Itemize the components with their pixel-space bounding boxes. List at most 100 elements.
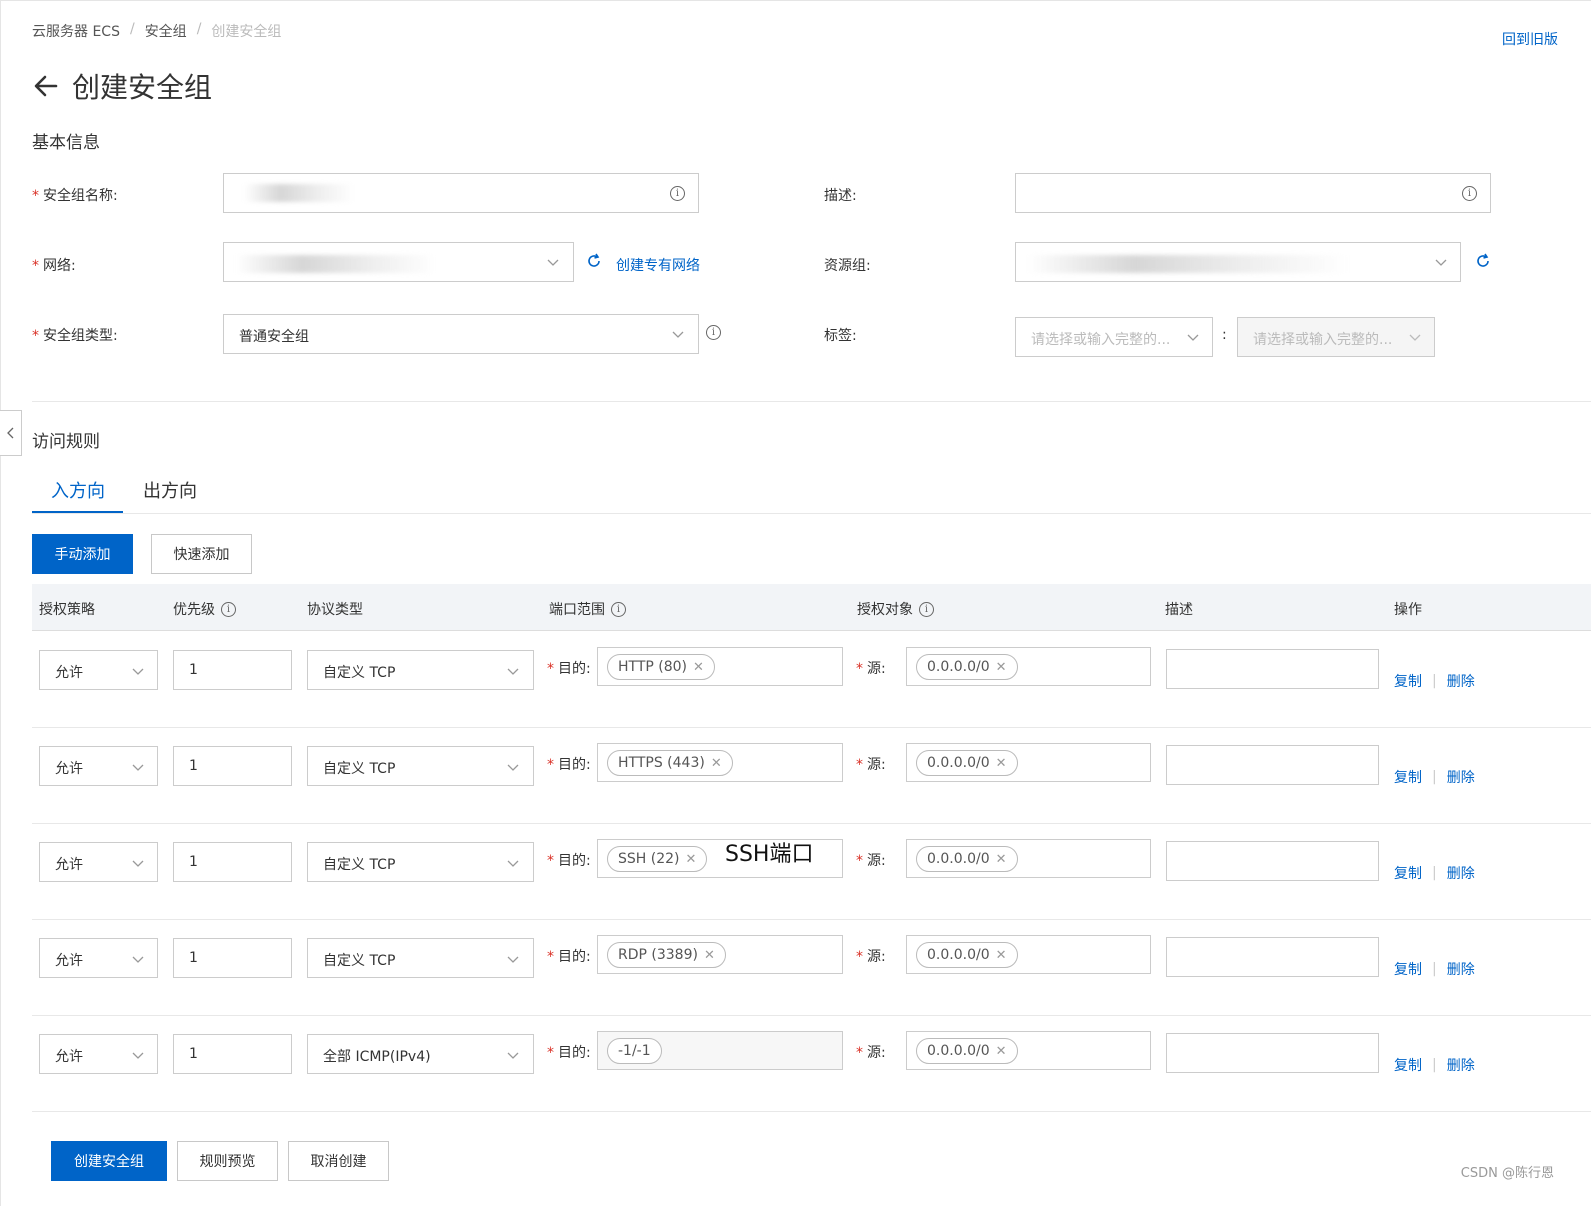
delete-link[interactable]: 删除	[1447, 863, 1475, 883]
policy-select[interactable]: 允许	[39, 938, 158, 978]
tag-label: 标签:	[824, 328, 857, 344]
refresh-icon[interactable]	[586, 253, 602, 269]
protocol-select[interactable]: 自定义 TCP	[307, 938, 534, 978]
delete-link[interactable]: 删除	[1447, 767, 1475, 787]
tag-separator: :	[1222, 327, 1227, 343]
delete-link[interactable]: 删除	[1447, 959, 1475, 979]
chevron-down-icon	[547, 259, 559, 266]
policy-value: 允许	[55, 953, 83, 969]
tab-inbound[interactable]: 入方向	[51, 477, 105, 503]
close-icon[interactable]: ✕	[996, 756, 1007, 771]
port-tag: RDP (3389) ✕	[607, 942, 726, 968]
dest-label: * 目的:	[547, 757, 591, 773]
tag-value-select[interactable]: 请选择或输入完整的...	[1237, 317, 1435, 357]
table-row: 允许 1 自定义 TCP * 目的: RDP (3389) ✕ * 源: 0.0.0.0/0 ✕ 复制…	[32, 920, 1591, 1016]
type-label: * 安全组类型:	[32, 328, 118, 344]
rule-preview-button[interactable]: 规则预览	[177, 1141, 278, 1181]
breadcrumb-current: 创建安全组	[211, 24, 282, 40]
policy-select[interactable]: 允许	[39, 746, 158, 786]
copy-link[interactable]: 复制	[1394, 767, 1422, 787]
close-icon[interactable]: ✕	[686, 852, 697, 867]
copy-link[interactable]: 复制	[1394, 863, 1422, 883]
delete-link[interactable]: 删除	[1447, 671, 1475, 691]
policy-select[interactable]: 允许	[39, 650, 158, 690]
breadcrumb-separator: /	[196, 21, 202, 37]
auth-object-input[interactable]: 0.0.0.0/0 ✕	[906, 935, 1151, 974]
policy-select[interactable]: 允许	[39, 1034, 158, 1074]
security-group-type-select[interactable]: 普通安全组	[223, 314, 699, 354]
policy-select[interactable]: 允许	[39, 842, 158, 882]
basic-info-title: 基本信息	[32, 133, 100, 153]
rule-description-input[interactable]	[1166, 745, 1379, 785]
back-arrow-icon[interactable]	[32, 72, 60, 100]
auth-object-input[interactable]: 0.0.0.0/0 ✕	[906, 743, 1151, 782]
protocol-value: 自定义 TCP	[323, 665, 396, 681]
priority-input[interactable]: 1	[173, 842, 292, 882]
priority-input[interactable]: 1	[173, 650, 292, 690]
close-icon[interactable]: ✕	[996, 948, 1007, 963]
redacted-text	[244, 184, 354, 202]
close-icon[interactable]: ✕	[996, 1044, 1007, 1059]
source-tag: 0.0.0.0/0 ✕	[916, 750, 1018, 776]
cancel-create-button[interactable]: 取消创建	[288, 1141, 389, 1181]
quick-add-button[interactable]: 快速添加	[151, 534, 252, 574]
breadcrumb-separator: /	[129, 21, 135, 37]
auth-object-input[interactable]: 0.0.0.0/0 ✕	[906, 647, 1151, 686]
protocol-select[interactable]: 自定义 TCP	[307, 650, 534, 690]
protocol-value: 全部 ICMP(IPv4)	[323, 1049, 431, 1065]
breadcrumb-ecs[interactable]: 云服务器 ECS	[32, 21, 120, 41]
delete-link[interactable]: 删除	[1447, 1055, 1475, 1075]
old-version-link[interactable]: 回到旧版	[1502, 29, 1558, 49]
info-icon: i	[221, 601, 236, 617]
rule-description-input[interactable]	[1166, 937, 1379, 977]
close-icon[interactable]: ✕	[996, 852, 1007, 867]
access-rules-title: 访问规则	[32, 432, 100, 452]
priority-input[interactable]: 1	[173, 938, 292, 978]
priority-input[interactable]: 1	[173, 1034, 292, 1074]
description-input[interactable]: i	[1015, 173, 1491, 213]
protocol-select[interactable]: 自定义 TCP	[307, 842, 534, 882]
close-icon[interactable]: ✕	[996, 660, 1007, 675]
manual-add-button[interactable]: 手动添加	[32, 534, 133, 574]
tag-key-select[interactable]: 请选择或输入完整的...	[1015, 317, 1213, 357]
info-icon: i	[670, 186, 685, 201]
rule-description-input[interactable]	[1166, 1033, 1379, 1073]
close-icon[interactable]: ✕	[693, 660, 704, 675]
source-tag: 0.0.0.0/0 ✕	[916, 1038, 1018, 1064]
info-icon: i	[706, 325, 721, 340]
priority-value: 1	[189, 662, 198, 678]
port-range-input[interactable]: RDP (3389) ✕	[597, 935, 843, 974]
table-row: 允许 1 全部 ICMP(IPv4) * 目的: -1/-1 * 源: 0.0.0.0/0 ✕ 复制…	[32, 1016, 1591, 1112]
create-security-group-button[interactable]: 创建安全组	[51, 1141, 167, 1181]
copy-link[interactable]: 复制	[1394, 1055, 1422, 1075]
resource-group-select[interactable]	[1015, 242, 1461, 282]
rule-description-input[interactable]	[1166, 649, 1379, 689]
refresh-icon[interactable]	[1475, 253, 1491, 269]
create-vpc-link[interactable]: 创建专有网络	[616, 255, 700, 275]
policy-value: 允许	[55, 1049, 83, 1065]
info-icon: i	[919, 601, 934, 617]
close-icon[interactable]: ✕	[711, 756, 722, 771]
source-label: * 源:	[856, 1045, 886, 1061]
rule-description-input[interactable]	[1166, 841, 1379, 881]
chevron-down-icon	[132, 668, 144, 675]
protocol-select[interactable]: 自定义 TCP	[307, 746, 534, 786]
port-range-input[interactable]: -1/-1	[597, 1031, 843, 1070]
priority-input[interactable]: 1	[173, 746, 292, 786]
tab-outbound[interactable]: 出方向	[143, 477, 197, 503]
copy-link[interactable]: 复制	[1394, 671, 1422, 691]
copy-link[interactable]: 复制	[1394, 959, 1422, 979]
protocol-select[interactable]: 全部 ICMP(IPv4)	[307, 1034, 534, 1074]
close-icon[interactable]: ✕	[704, 948, 715, 963]
security-group-name-input[interactable]: i	[223, 173, 699, 213]
auth-object-input[interactable]: 0.0.0.0/0 ✕	[906, 1031, 1151, 1070]
collapse-sidebar-button[interactable]	[0, 410, 22, 456]
breadcrumb-security-group[interactable]: 安全组	[145, 21, 187, 41]
port-range-input[interactable]: HTTP (80) ✕	[597, 647, 843, 686]
network-select[interactable]	[223, 242, 574, 282]
port-range-input[interactable]: HTTPS (443) ✕	[597, 743, 843, 782]
auth-object-input[interactable]: 0.0.0.0/0 ✕	[906, 839, 1151, 878]
chevron-down-icon	[507, 860, 519, 867]
chevron-down-icon	[1409, 334, 1421, 341]
chevron-down-icon	[1187, 334, 1199, 341]
